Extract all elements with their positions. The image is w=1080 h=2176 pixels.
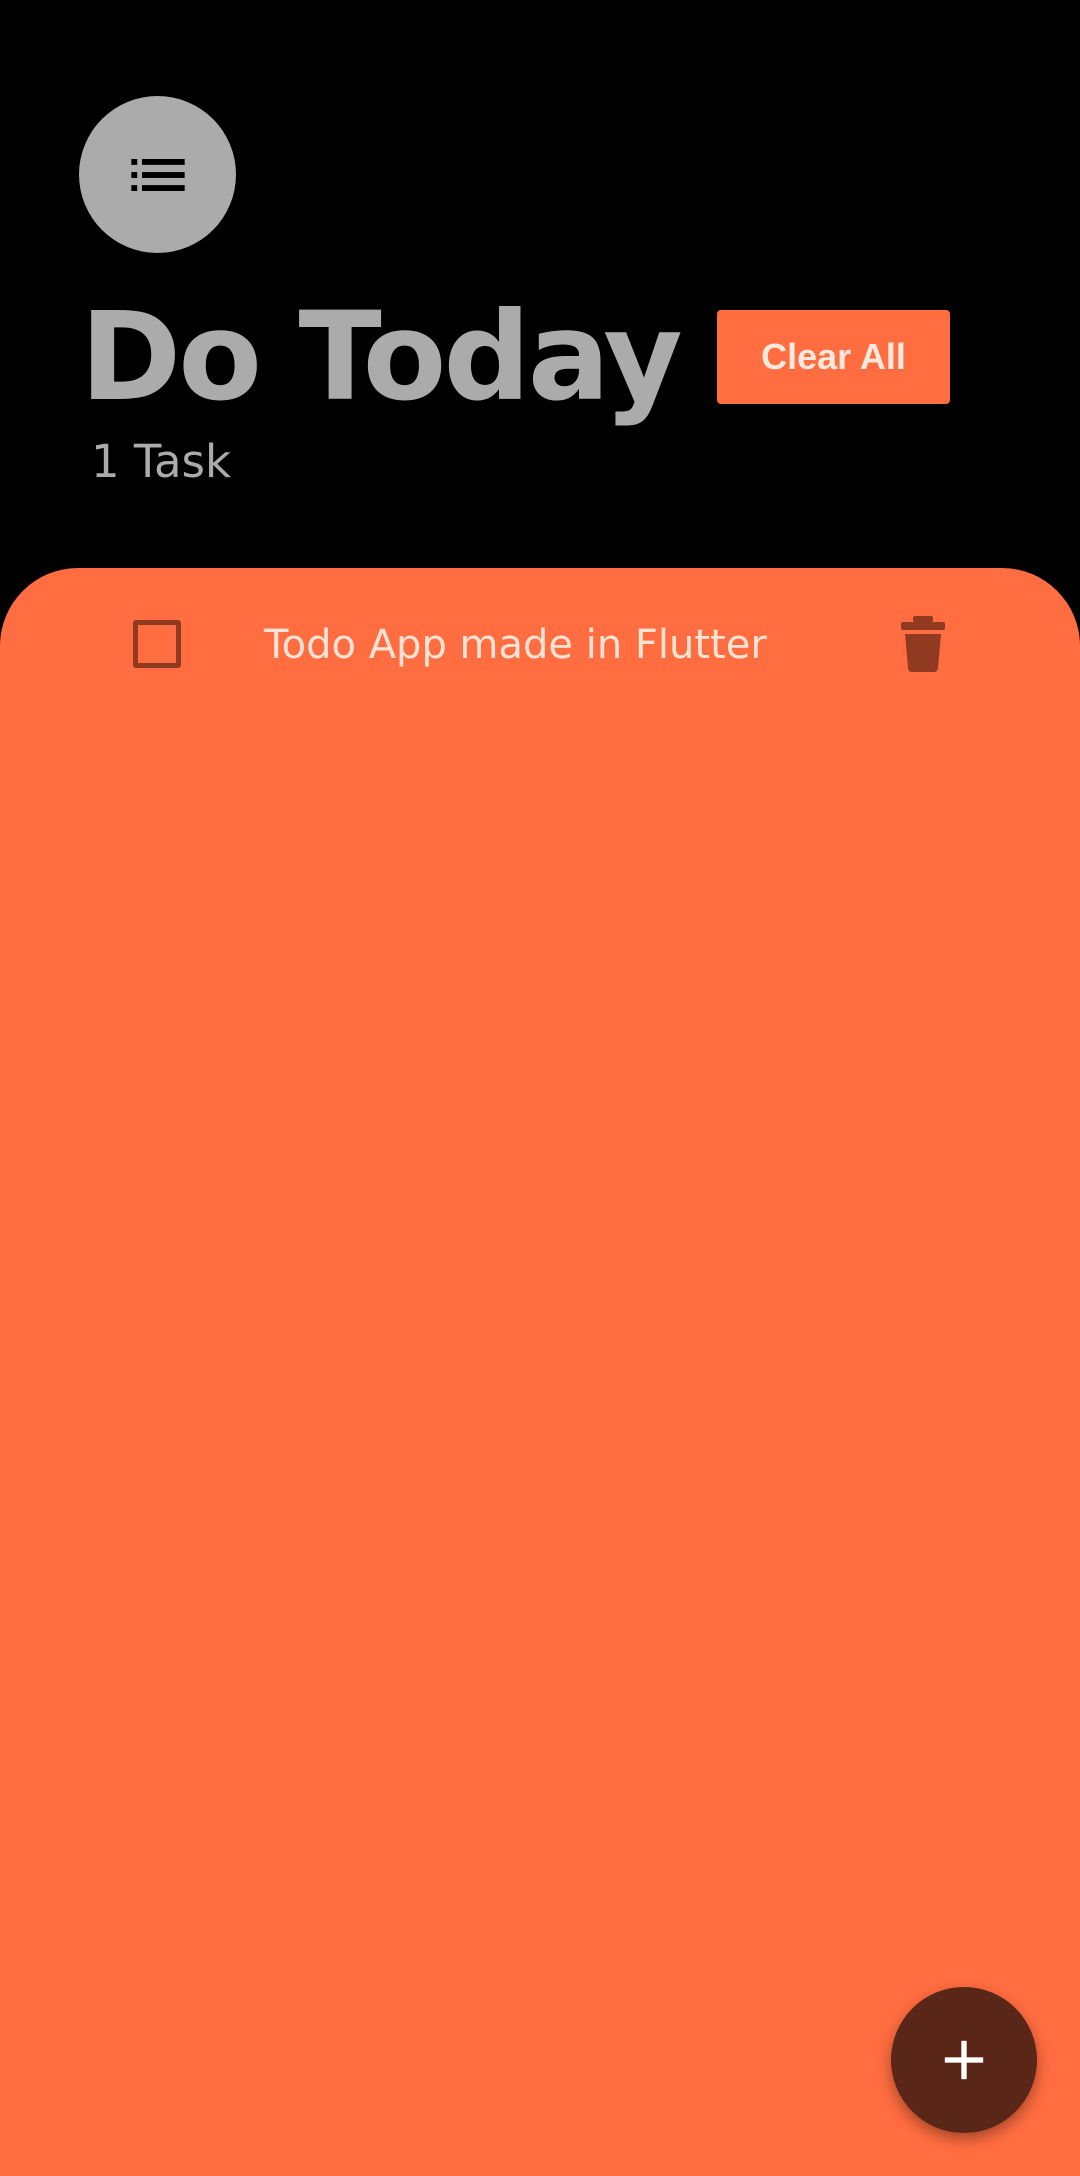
- task-item: Todo App made in Flutter: [0, 604, 1080, 714]
- plus-icon: [944, 2040, 984, 2080]
- list-icon: [130, 158, 185, 191]
- page-title: Do Today: [80, 286, 683, 428]
- delete-task-button[interactable]: [894, 612, 952, 676]
- task-count: 1 Task: [91, 435, 232, 488]
- checkbox-outline-icon[interactable]: [133, 620, 181, 668]
- add-task-button[interactable]: [891, 1987, 1037, 2133]
- trash-icon: [901, 616, 945, 672]
- menu-button[interactable]: [79, 96, 236, 253]
- task-list-panel: Todo App made in Flutter: [0, 568, 1080, 2176]
- task-text: Todo App made in Flutter: [264, 622, 767, 668]
- clear-all-button[interactable]: Clear All: [717, 310, 950, 404]
- app-screen: Do Today 1 Task Clear All Todo App made …: [0, 0, 1080, 2176]
